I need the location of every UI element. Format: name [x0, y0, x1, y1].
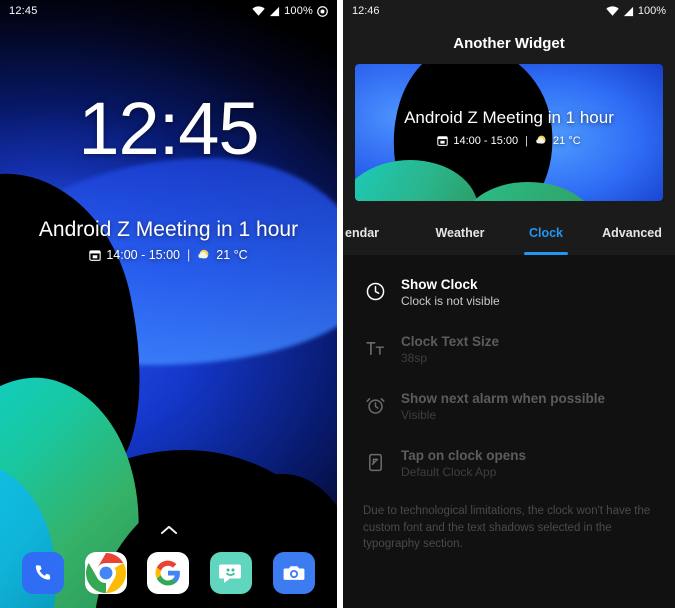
- phone-app[interactable]: [22, 552, 65, 594]
- widget-event-details: 14:00 - 15:00 | 21 °C: [0, 248, 337, 262]
- right-status-bar: 12:46 100%: [343, 0, 675, 22]
- tab-advanced[interactable]: Advanced: [589, 211, 675, 255]
- signal-icon: [269, 6, 280, 16]
- status-bar-icons: 100%: [606, 5, 666, 17]
- wifi-icon: [606, 5, 619, 16]
- setting-row-clock-text-size[interactable]: Clock Text Size 38sp: [343, 314, 675, 371]
- google-g-icon: [155, 560, 181, 586]
- left-status-bar: 12:45 100%: [0, 0, 337, 22]
- signal-icon: [623, 6, 633, 16]
- widget-temperature: 21 °C: [216, 248, 248, 262]
- battery-circle-icon: [317, 5, 328, 17]
- setting-row-show-clock[interactable]: Show Clock Clock is not visible: [343, 263, 675, 314]
- setting-subtitle: Clock is not visible: [401, 294, 500, 308]
- tab-bar: endar Weather Clock Advanced: [343, 211, 675, 255]
- home-arrow-icon[interactable]: [160, 521, 177, 539]
- footer-note: Due to technological limitations, the cl…: [363, 505, 651, 551]
- lockscreen-clock: 12:45: [78, 87, 259, 170]
- calendar-icon: [89, 250, 102, 261]
- tab-clock[interactable]: Clock: [503, 211, 589, 255]
- sun-cloud-icon: [536, 135, 546, 144]
- calendar-icon: [437, 136, 449, 146]
- preview-separator: |: [525, 134, 529, 147]
- status-bar-icons: 100%: [252, 5, 328, 17]
- camera-icon: [283, 566, 305, 580]
- battery-percent: 100%: [637, 5, 666, 17]
- left-phone-home-screen: 12:45 100% 12:45 Android Z Meeting in 1 …: [0, 0, 337, 608]
- setting-title: Tap on clock opens: [401, 448, 527, 463]
- widget-event-time: 14:00 - 15:00: [106, 248, 180, 262]
- setting-title: Show next alarm when possible: [401, 391, 606, 406]
- preview-event-time: 14:00 - 15:00: [453, 134, 519, 147]
- open-in-app-icon: [363, 450, 387, 474]
- status-bar-time: 12:45: [9, 5, 38, 17]
- app-title: Another Widget: [343, 22, 675, 64]
- preview-temperature: 21 °C: [553, 134, 581, 147]
- phone-icon: [36, 565, 51, 580]
- settings-list: Show Clock Clock is not visible Clock Te…: [343, 255, 675, 485]
- google-app[interactable]: [147, 552, 190, 594]
- setting-subtitle: Default Clock App: [401, 465, 497, 479]
- camera-app[interactable]: [272, 552, 315, 594]
- preview-wallpaper: [355, 64, 663, 201]
- setting-row-show-next-alarm[interactable]: Show next alarm when possible Visible: [343, 371, 675, 428]
- right-phone-settings-screen: 12:46 100% Another Widget Android Z Meet…: [343, 0, 675, 608]
- widget-separator: |: [187, 248, 191, 262]
- widget-preview-card[interactable]: Android Z Meeting in 1 hour 14:00 - 15:0…: [355, 64, 663, 201]
- chrome-icon: [85, 553, 126, 593]
- setting-title: Clock Text Size: [401, 334, 500, 349]
- text-size-icon: [363, 336, 387, 360]
- setting-title: Show Clock: [401, 277, 478, 292]
- preview-event-title: Android Z Meeting in 1 hour: [404, 108, 614, 127]
- widget-event-title: Android Z Meeting in 1 hour: [38, 218, 299, 241]
- chrome-app[interactable]: [84, 552, 127, 594]
- sun-cloud-icon: [198, 249, 209, 259]
- alarm-icon: [363, 393, 387, 417]
- dual-phone-screenshot: 12:45 100% 12:45 Android Z Meeting in 1 …: [0, 0, 675, 608]
- setting-row-tap-on-clock-opens[interactable]: Tap on clock opens Default Clock App: [343, 428, 675, 485]
- messages-app[interactable]: [210, 552, 253, 594]
- dock: [0, 552, 337, 594]
- tab-weather[interactable]: Weather: [417, 211, 503, 255]
- widget-preview-container: Android Z Meeting in 1 hour 14:00 - 15:0…: [343, 64, 675, 211]
- status-bar-time: 12:46: [352, 5, 380, 17]
- tab-calendar[interactable]: endar: [343, 211, 417, 255]
- clock-icon: [363, 279, 387, 303]
- messages-icon: [219, 564, 242, 583]
- battery-percent: 100%: [284, 5, 313, 17]
- preview-event-details: 14:00 - 15:00 | 21 °C: [355, 134, 663, 147]
- wifi-icon: [252, 5, 265, 16]
- setting-subtitle: 38sp: [401, 351, 428, 365]
- setting-subtitle: Visible: [401, 408, 437, 422]
